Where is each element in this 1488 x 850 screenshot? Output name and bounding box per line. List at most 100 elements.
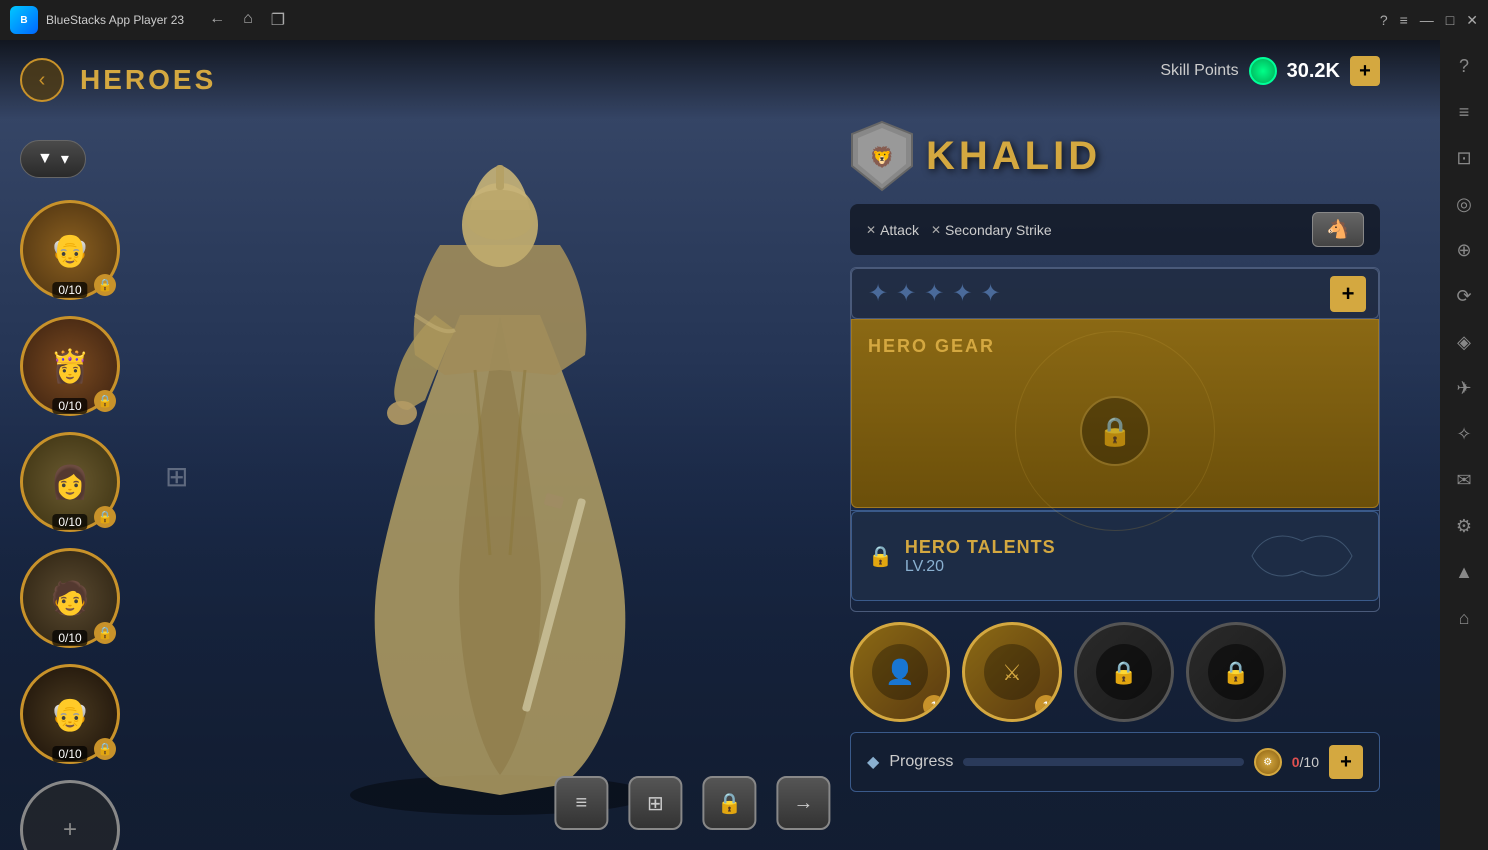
progress-total: /10 <box>1300 754 1319 770</box>
svg-text:🦁: 🦁 <box>870 145 895 169</box>
hero-level-4: 0/10 <box>52 630 87 646</box>
svg-text:🔒: 🔒 <box>1222 660 1249 685</box>
sidebar-question-icon[interactable]: ? <box>1448 50 1480 82</box>
filter-button[interactable]: ▼ ▾ <box>20 140 86 178</box>
talent-skill-3[interactable]: 🔒 <box>1074 622 1174 722</box>
maximize-btn[interactable]: □ <box>1446 12 1454 28</box>
talent-2-icon: ⚔ <box>982 642 1042 702</box>
talents-text: HERO TALENTS LV.20 <box>905 537 1056 576</box>
toolbar-target-button[interactable]: ⊞ <box>628 776 682 830</box>
svg-text:👤: 👤 <box>885 658 915 686</box>
minimize-btn[interactable]: — <box>1420 12 1434 28</box>
hero-level-5: 0/10 <box>52 746 87 762</box>
toolbar-list-button[interactable]: ≡ <box>554 776 608 830</box>
svg-text:🔒: 🔒 <box>1110 660 1137 685</box>
hero-list: 👴 🔒 0/10 👸 🔒 0/10 👩 🔒 0/10 🧑 🔒 0/10 <box>20 200 120 850</box>
sidebar-camera-icon[interactable]: ◎ <box>1448 188 1480 220</box>
target-icon: ⊞ <box>647 791 664 816</box>
talent-skills-row: 👤 1 ⚔ 1 🔒 🔒 <box>850 622 1380 722</box>
sidebar-settings-icon[interactable]: ⚙ <box>1448 510 1480 542</box>
hero-list-item[interactable]: 🧑 🔒 0/10 <box>20 548 120 648</box>
question-btn[interactable]: ? <box>1380 12 1388 28</box>
sidebar-mail-icon[interactable]: ✉ <box>1448 464 1480 496</box>
game-header: ‹ HEROES Skill Points 30.2K + <box>0 40 1440 120</box>
talent-1-icon: 👤 <box>870 642 930 702</box>
hero-level-1: 0/10 <box>52 282 87 298</box>
toolbar-lock-button[interactable]: 🔒 <box>702 776 756 830</box>
nav-copy-btn[interactable]: ❐ <box>266 8 290 32</box>
horse-button[interactable]: 🐴 <box>1312 212 1364 247</box>
talent-skill-2[interactable]: ⚔ 1 <box>962 622 1062 722</box>
skill-attack: ✕ Attack <box>866 222 919 238</box>
progress-add-button[interactable]: + <box>1329 745 1363 779</box>
skill-points-bar: Skill Points 30.2K + <box>1160 56 1380 86</box>
progress-bar-background <box>963 758 1243 766</box>
hero-lock-1: 🔒 <box>94 274 116 296</box>
nav-back-btn[interactable]: ← <box>204 8 230 32</box>
hero-list-item[interactable]: 👸 🔒 0/10 <box>20 316 120 416</box>
filter-icon: ▼ <box>37 150 53 168</box>
hero-lock-2: 🔒 <box>94 390 116 412</box>
hero-level-2: 0/10 <box>52 398 87 414</box>
skill-tags-bar: ✕ Attack ✕ Secondary Strike 🐴 <box>850 204 1380 255</box>
attack-label: Attack <box>880 222 919 238</box>
progress-count: 0/10 <box>1292 754 1319 770</box>
talent-skill-4[interactable]: 🔒 <box>1186 622 1286 722</box>
window-controls: ? ≡ — □ ✕ <box>1380 12 1478 29</box>
sidebar-refresh-icon[interactable]: ⟳ <box>1448 280 1480 312</box>
attack-icon: ✕ <box>866 223 876 237</box>
app-title: BlueStacks App Player 23 <box>46 13 184 27</box>
sidebar-home-icon[interactable]: ⌂ <box>1448 602 1480 634</box>
talents-lock-icon: 🔒 <box>868 544 893 569</box>
progress-diamond-icon: ◆ <box>867 752 879 772</box>
star-3: ✦ <box>924 279 944 308</box>
lock-icon: 🔒 <box>717 791 742 816</box>
gear-slots: 🔒 <box>868 371 1362 491</box>
skill-gem-icon <box>1249 57 1277 85</box>
hero-lock-4: 🔒 <box>94 622 116 644</box>
sidebar-diamond-icon[interactable]: ◈ <box>1448 326 1480 358</box>
sidebar-add-icon[interactable]: ⊕ <box>1448 234 1480 266</box>
sidebar-menu-icon[interactable]: ≡ <box>1448 96 1480 128</box>
hero-list-item[interactable]: 👩 🔒 0/10 <box>20 432 120 532</box>
secondary-strike-label: Secondary Strike <box>945 222 1052 238</box>
progress-label: Progress <box>889 753 953 771</box>
grid-icon: ⊞ <box>165 460 188 493</box>
toolbar-arrow-button[interactable]: → <box>776 776 830 830</box>
hero-shield: 🦁 <box>850 120 914 192</box>
sidebar-screen-icon[interactable]: ⊡ <box>1448 142 1480 174</box>
back-button[interactable]: ‹ <box>20 58 64 102</box>
hero-name: KHALID <box>926 134 1101 179</box>
list-icon: ≡ <box>576 792 588 815</box>
sidebar-up-icon[interactable]: ▲ <box>1448 556 1480 588</box>
sidebar-star-icon[interactable]: ✧ <box>1448 418 1480 450</box>
add-hero-button[interactable]: + <box>20 780 120 850</box>
progress-coin-icon: ⚙ <box>1254 748 1282 776</box>
skill-points-add-button[interactable]: + <box>1350 56 1380 86</box>
titlebar: B BlueStacks App Player 23 ← ⌂ ❐ ? ≡ — □… <box>0 0 1488 40</box>
sidebar-plane-icon[interactable]: ✈ <box>1448 372 1480 404</box>
stars-row: ✦ ✦ ✦ ✦ ✦ + <box>851 268 1379 319</box>
main-hero-display <box>200 90 800 840</box>
talent-3-icon: 🔒 <box>1094 642 1154 702</box>
filter-dropdown-icon: ▾ <box>61 149 69 169</box>
star-1: ✦ <box>868 279 888 308</box>
nav-home-btn[interactable]: ⌂ <box>238 8 258 32</box>
bottom-toolbar: ≡ ⊞ 🔒 → <box>554 776 830 830</box>
hero-list-item[interactable]: 👴 🔒 0/10 <box>20 664 120 764</box>
talent-4-icon: 🔒 <box>1206 642 1266 702</box>
hero-gear-section: HERO GEAR 🔒 <box>851 319 1379 508</box>
talent-2-level: 1 <box>1035 695 1057 717</box>
right-sidebar: ? ≡ ⊡ ◎ ⊕ ⟳ ◈ ✈ ✧ ✉ ⚙ ▲ ⌂ <box>1440 40 1488 850</box>
hero-list-item[interactable]: 👴 🔒 0/10 <box>20 200 120 300</box>
menu-btn[interactable]: ≡ <box>1400 12 1408 28</box>
talents-title: HERO TALENTS <box>905 537 1056 558</box>
arrow-icon: → <box>793 792 813 815</box>
close-btn[interactable]: ✕ <box>1466 12 1478 29</box>
add-star-button[interactable]: + <box>1330 276 1366 312</box>
skill-secondary-strike: ✕ Secondary Strike <box>931 222 1052 238</box>
secondary-strike-icon: ✕ <box>931 223 941 237</box>
nav-buttons: ← ⌂ ❐ <box>204 8 290 32</box>
talent-skill-1[interactable]: 👤 1 <box>850 622 950 722</box>
talents-level: LV.20 <box>905 558 1056 576</box>
